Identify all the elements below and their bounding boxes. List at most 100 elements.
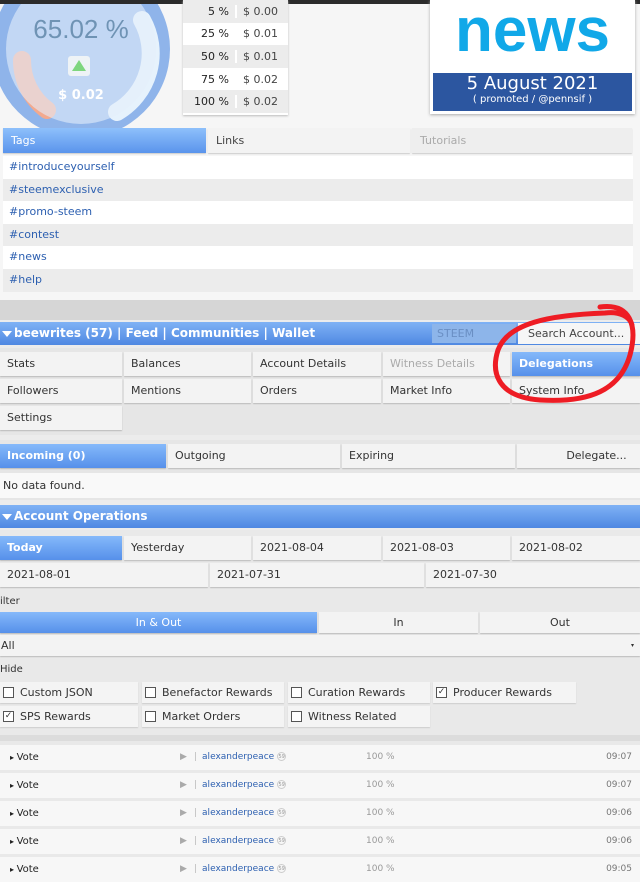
play-icon[interactable]: ▶	[180, 857, 187, 882]
operation-row[interactable]: Vote ▶ alexanderpeace59 100 % 09:07	[0, 773, 640, 798]
play-icon[interactable]: ▶	[180, 773, 187, 798]
hide-option-checkbox[interactable]: Custom JSON	[0, 682, 138, 703]
vote-value-row: 75 % $ 0.02	[183, 68, 288, 91]
operation-row[interactable]: Vote ▶ alexanderpeace59 100 % 09:07	[0, 745, 640, 770]
hide-option-label: Custom JSON	[20, 686, 93, 699]
vote-weight: 100 %	[366, 836, 395, 846]
account-operations-header[interactable]: Account Operations	[0, 505, 640, 528]
voter-link[interactable]: alexanderpeace59	[202, 745, 287, 770]
hide-option-checkbox[interactable]: Witness Related	[288, 706, 430, 727]
direction-toggle[interactable]: In & Out	[0, 612, 317, 633]
checkbox-checked-icon[interactable]: ✓	[436, 687, 447, 698]
vote-amount: $ 0.01	[235, 49, 288, 63]
collapse-icon[interactable]	[2, 514, 12, 520]
date-tab[interactable]: Yesterday	[124, 536, 251, 560]
feed-link[interactable]: Feed	[126, 326, 159, 340]
checkbox-icon[interactable]	[291, 711, 302, 722]
reputation-badge: 59	[277, 808, 287, 817]
operation-row[interactable]: Vote ▶ alexanderpeace59 100 % 09:06	[0, 829, 640, 854]
hide-option-checkbox[interactable]: ✓ Producer Rewards	[433, 682, 576, 703]
play-icon[interactable]: ▶	[180, 829, 187, 854]
date-tab[interactable]: 2021-07-31	[210, 563, 424, 587]
news-banner[interactable]: news 5 August 2021 ( promoted / @pennsif…	[430, 0, 635, 114]
checkbox-icon[interactable]	[145, 711, 156, 722]
tag-link[interactable]: #news	[3, 246, 633, 269]
date-tab[interactable]: 2021-08-01	[0, 563, 208, 587]
operation-type[interactable]: Vote	[10, 857, 39, 882]
operation-time: 09:07	[606, 752, 632, 762]
hide-option-checkbox[interactable]: Benefactor Rewards	[142, 682, 284, 703]
voter-name: alexanderpeace	[202, 808, 275, 818]
date-tab[interactable]: 2021-08-02	[512, 536, 640, 560]
vote-value: $ 0.02	[58, 88, 104, 103]
vote-weight: 75 %	[201, 72, 229, 86]
operation-type[interactable]: Vote	[10, 773, 39, 798]
reputation-badge: 59	[277, 780, 287, 789]
operation-row[interactable]: Vote ▶ alexanderpeace59 100 % 09:05	[0, 857, 640, 882]
tag-link[interactable]: #steemexclusive	[3, 178, 633, 202]
date-tab[interactable]: 2021-08-04	[253, 536, 381, 560]
play-icon[interactable]: ▶	[180, 745, 187, 770]
vote-weight: 100 %	[366, 780, 395, 790]
chain-select-value: STEEM	[437, 327, 475, 340]
tab-links[interactable]: Links	[208, 128, 410, 153]
operation-type[interactable]: Vote	[10, 801, 39, 826]
checkbox-checked-icon[interactable]: ✓	[3, 711, 14, 722]
date-tab[interactable]: Today	[0, 536, 122, 560]
delegation-tab[interactable]: Incoming (0)	[0, 444, 166, 468]
operations-panel: Today Yesterday 2021-08-04 2021-08-03 2021-0…	[0, 530, 640, 882]
tag-link[interactable]: #promo-steem	[3, 201, 633, 224]
tag-link[interactable]: #contest	[3, 223, 633, 247]
nav-settings[interactable]: Settings	[0, 406, 122, 430]
operation-type[interactable]: Vote	[10, 829, 39, 854]
hide-option-label: Curation Rewards	[308, 686, 406, 699]
operation-time: 09:06	[606, 808, 632, 818]
upvote-icon[interactable]	[68, 56, 90, 76]
nav-orders[interactable]: Orders	[253, 379, 381, 403]
play-icon[interactable]: ▶	[180, 801, 187, 826]
delegation-tab[interactable]: Expiring	[342, 444, 515, 468]
date-tab[interactable]: 2021-07-30	[426, 563, 640, 587]
delegation-tab[interactable]: Delegate...	[517, 444, 640, 468]
vote-amount: $ 0.02	[235, 72, 288, 86]
hide-option-checkbox[interactable]: Curation Rewards	[288, 682, 430, 703]
tab-tutorials[interactable]: Tutorials	[412, 128, 632, 153]
checkbox-icon[interactable]	[145, 687, 156, 698]
red-annotation-circle	[492, 304, 636, 403]
hide-option-checkbox[interactable]: Market Orders	[142, 706, 284, 727]
account-link[interactable]: beewrites (57)	[14, 326, 113, 340]
direction-toggle[interactable]: In	[319, 612, 478, 633]
voter-link[interactable]: alexanderpeace59	[202, 801, 287, 826]
news-promo: ( promoted / @pennsif )	[472, 94, 593, 105]
nav-stats[interactable]: Stats	[0, 352, 122, 376]
checkbox-icon[interactable]	[3, 687, 14, 698]
tag-link[interactable]: #help	[3, 268, 633, 292]
reputation-badge: 59	[277, 752, 287, 761]
voter-link[interactable]: alexanderpeace59	[202, 829, 287, 854]
dropdown-icon: ▾	[630, 642, 634, 649]
type-select[interactable]: All ▾	[0, 635, 640, 656]
checkbox-icon[interactable]	[291, 687, 302, 698]
voter-link[interactable]: alexanderpeace59	[202, 773, 287, 798]
tab-tags[interactable]: Tags	[3, 128, 206, 153]
list-divider	[0, 735, 640, 741]
vote-weight: 100 %	[366, 808, 395, 818]
vote-value-row: 25 % $ 0.01	[183, 23, 288, 46]
news-logo: news	[433, 0, 632, 73]
nav-account-details[interactable]: Account Details	[253, 352, 381, 376]
date-tab[interactable]: 2021-08-03	[383, 536, 510, 560]
communities-link[interactable]: Communities	[171, 326, 259, 340]
nav-followers[interactable]: Followers	[0, 379, 122, 403]
direction-toggle[interactable]: Out	[480, 612, 640, 633]
wallet-link[interactable]: Wallet	[272, 326, 315, 340]
nav-mentions[interactable]: Mentions	[124, 379, 251, 403]
voter-link[interactable]: alexanderpeace59	[202, 857, 287, 882]
hide-option-checkbox[interactable]: ✓ SPS Rewards	[0, 706, 138, 727]
nav-balances[interactable]: Balances	[124, 352, 251, 376]
operation-time: 09:07	[606, 780, 632, 790]
operation-row[interactable]: Vote ▶ alexanderpeace59 100 % 09:06	[0, 801, 640, 826]
collapse-icon[interactable]	[2, 331, 12, 337]
tag-link[interactable]: #introduceyourself	[3, 156, 633, 179]
delegation-tab[interactable]: Outgoing	[168, 444, 340, 468]
operation-type[interactable]: Vote	[10, 745, 39, 770]
